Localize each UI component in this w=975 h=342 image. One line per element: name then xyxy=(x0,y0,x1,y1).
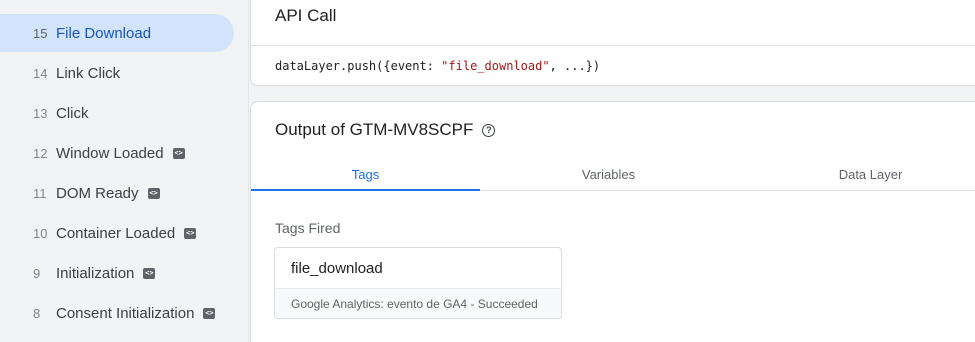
fired-tag-card[interactable]: file_download Google Analytics: evento d… xyxy=(274,247,562,319)
event-number: 10 xyxy=(33,225,48,241)
event-number: 12 xyxy=(33,145,48,161)
tab-data-layer[interactable]: Data Layer xyxy=(737,158,975,191)
sidebar-event-click[interactable]: 13 Click xyxy=(0,94,234,132)
code-prefix: dataLayer.push({event: xyxy=(275,59,442,73)
event-label: Container Loaded xyxy=(56,224,176,242)
event-number: 9 xyxy=(33,265,41,281)
event-label: File Download xyxy=(56,24,152,42)
sidebar-event-initialization[interactable]: 9 Initialization <> xyxy=(0,254,234,292)
event-label: Initialization xyxy=(56,264,135,282)
code-icon: <> xyxy=(203,307,216,319)
output-title-text: Output of GTM-MV8SCPF xyxy=(275,120,474,139)
api-call-card: API Call dataLayer.push({event: "file_do… xyxy=(250,0,975,86)
help-icon[interactable]: ? xyxy=(482,123,496,137)
divider xyxy=(251,45,975,46)
tab-tags[interactable]: Tags xyxy=(251,158,480,191)
tags-fired-heading: Tags Fired xyxy=(275,220,341,236)
event-label: DOM Ready xyxy=(56,184,139,202)
code-icon: <> xyxy=(147,187,160,199)
code-icon: <> xyxy=(172,147,185,159)
event-number: 13 xyxy=(33,105,48,121)
event-number: 11 xyxy=(33,185,47,201)
event-number: 14 xyxy=(33,65,48,81)
sidebar-event-link-click[interactable]: 14 Link Click xyxy=(0,54,234,92)
sidebar-event-container-loaded[interactable]: 10 Container Loaded <> xyxy=(0,214,234,252)
output-tabs: Tags Variables Data Layer xyxy=(251,158,975,191)
sidebar-event-consent-initialization[interactable]: 8 Consent Initialization <> xyxy=(0,294,234,332)
tab-variables[interactable]: Variables xyxy=(480,158,737,191)
event-label: Click xyxy=(56,104,89,122)
active-tab-indicator xyxy=(251,189,480,191)
api-call-title: API Call xyxy=(275,6,337,25)
output-title: Output of GTM-MV8SCPF ? xyxy=(275,120,496,140)
code-suffix: , ...}) xyxy=(549,59,601,73)
code-icon: <> xyxy=(143,267,156,279)
event-sidebar: 15 File Download 14 Link Click 13 Click … xyxy=(0,0,249,342)
output-card: Output of GTM-MV8SCPF ? Tags Variables D… xyxy=(250,101,975,342)
tag-name: file_download xyxy=(291,260,383,277)
event-label: Window Loaded xyxy=(56,144,164,162)
code-string: "file_download" xyxy=(441,59,550,73)
event-number: 8 xyxy=(33,305,41,321)
event-label: Consent Initialization xyxy=(56,304,195,322)
sidebar-event-file-download[interactable]: 15 File Download xyxy=(0,14,234,52)
event-label: Link Click xyxy=(56,64,121,82)
code-icon: <> xyxy=(184,227,197,239)
tag-status: Google Analytics: evento de GA4 - Succee… xyxy=(275,288,561,318)
event-number: 15 xyxy=(33,25,48,41)
api-call-code: dataLayer.push({event: "file_download", … xyxy=(275,59,600,73)
sidebar-event-dom-ready[interactable]: 11 DOM Ready <> xyxy=(0,174,234,212)
sidebar-event-window-loaded[interactable]: 12 Window Loaded <> xyxy=(0,134,234,172)
